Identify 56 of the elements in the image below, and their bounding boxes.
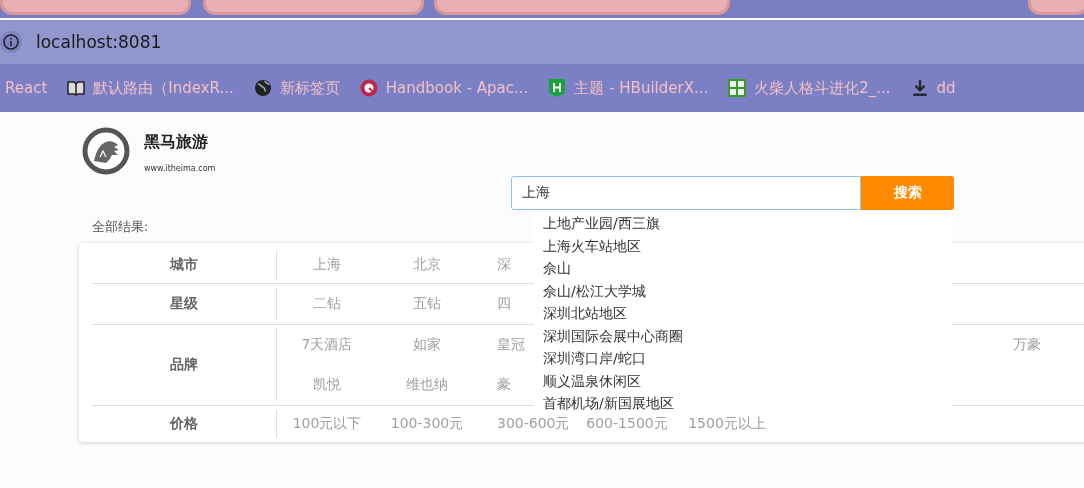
filter-option[interactable]: 万豪 — [1013, 336, 1041, 354]
filter-option[interactable]: 100元以下 — [292, 415, 362, 433]
filter-option[interactable]: 如家 — [413, 336, 441, 354]
suggestion-item[interactable]: 佘山/松江大学城 — [534, 279, 952, 302]
filter-label: 城市 — [170, 256, 198, 274]
browser-tab[interactable] — [203, 0, 424, 15]
results-label: 全部结果: — [92, 218, 149, 235]
logo-icon — [82, 127, 130, 175]
globe-icon — [253, 79, 272, 97]
filter-option[interactable]: 皇冠 — [477, 336, 525, 354]
suggestion-item[interactable]: 上地产业园/西三旗 — [534, 212, 952, 235]
suggestion-item[interactable]: 首都机场/新国展地区 — [534, 392, 952, 415]
site-url: www.itheima.com — [144, 164, 216, 173]
browser-tab[interactable] — [0, 0, 191, 15]
suggestion-item[interactable]: 深圳国际会展中心商圈 — [534, 324, 952, 347]
bookmark[interactable]: 新标签页 — [253, 78, 340, 98]
bookmark[interactable]: dd — [910, 79, 956, 97]
filter-option[interactable]: 7天酒店 — [301, 336, 353, 354]
browser-tab[interactable] — [434, 0, 730, 15]
filter-label: 品牌 — [170, 356, 198, 374]
info-icon[interactable] — [0, 31, 22, 53]
filter-option[interactable]: 北京 — [413, 256, 441, 274]
download-icon — [910, 79, 929, 97]
filter-option[interactable]: 二钻 — [313, 295, 341, 313]
address-text[interactable]: localhost:8081 — [36, 32, 162, 52]
filter-option[interactable]: 深 — [477, 256, 511, 274]
browser-tab[interactable] — [1028, 0, 1084, 15]
suggestion-item[interactable]: 顺义温泉休闲区 — [534, 369, 952, 392]
letter-h-icon — [548, 79, 567, 97]
filter-label: 价格 — [170, 415, 198, 433]
filter-option[interactable]: 五钻 — [413, 295, 441, 313]
filter-option[interactable]: 600-1500元 — [586, 415, 668, 433]
bookmark[interactable]: React — [5, 79, 48, 97]
search-button[interactable]: 搜索 — [861, 176, 954, 210]
filter-option[interactable]: 300-600元 — [477, 415, 570, 433]
suggestion-item[interactable]: 深圳北站地区 — [534, 302, 952, 325]
site-title: 黑马旅游 — [144, 132, 209, 153]
bookmark[interactable]: 默认路由（IndexR... — [67, 78, 234, 98]
filter-option[interactable]: 维也纳 — [406, 376, 448, 394]
badge-icon — [359, 79, 378, 97]
search-field[interactable]: 上海 — [511, 176, 861, 210]
bookmark[interactable]: 火柴人格斗进化2_... — [728, 78, 891, 98]
grid-icon — [728, 79, 747, 97]
filter-option[interactable]: 豪 — [477, 376, 511, 394]
suggestion-item[interactable]: 上海火车站地区 — [534, 234, 952, 257]
filter-option[interactable]: 上海 — [313, 256, 341, 274]
filter-option[interactable]: 凯悦 — [313, 376, 341, 394]
bookmark[interactable]: 主题 - HBuilderX... — [548, 78, 709, 98]
book-icon — [67, 79, 86, 97]
suggestion-item[interactable]: 佘山 — [534, 257, 952, 280]
filter-option[interactable]: 100-300元 — [390, 415, 464, 433]
filter-option[interactable]: 四 — [477, 295, 511, 313]
filter-label: 星级 — [170, 295, 198, 313]
bookmark[interactable]: Handbook - Apac... — [359, 79, 529, 97]
suggestion-item[interactable]: 深圳湾口岸/蛇口 — [534, 347, 952, 370]
filter-option[interactable]: 1500元以上 — [688, 415, 766, 433]
